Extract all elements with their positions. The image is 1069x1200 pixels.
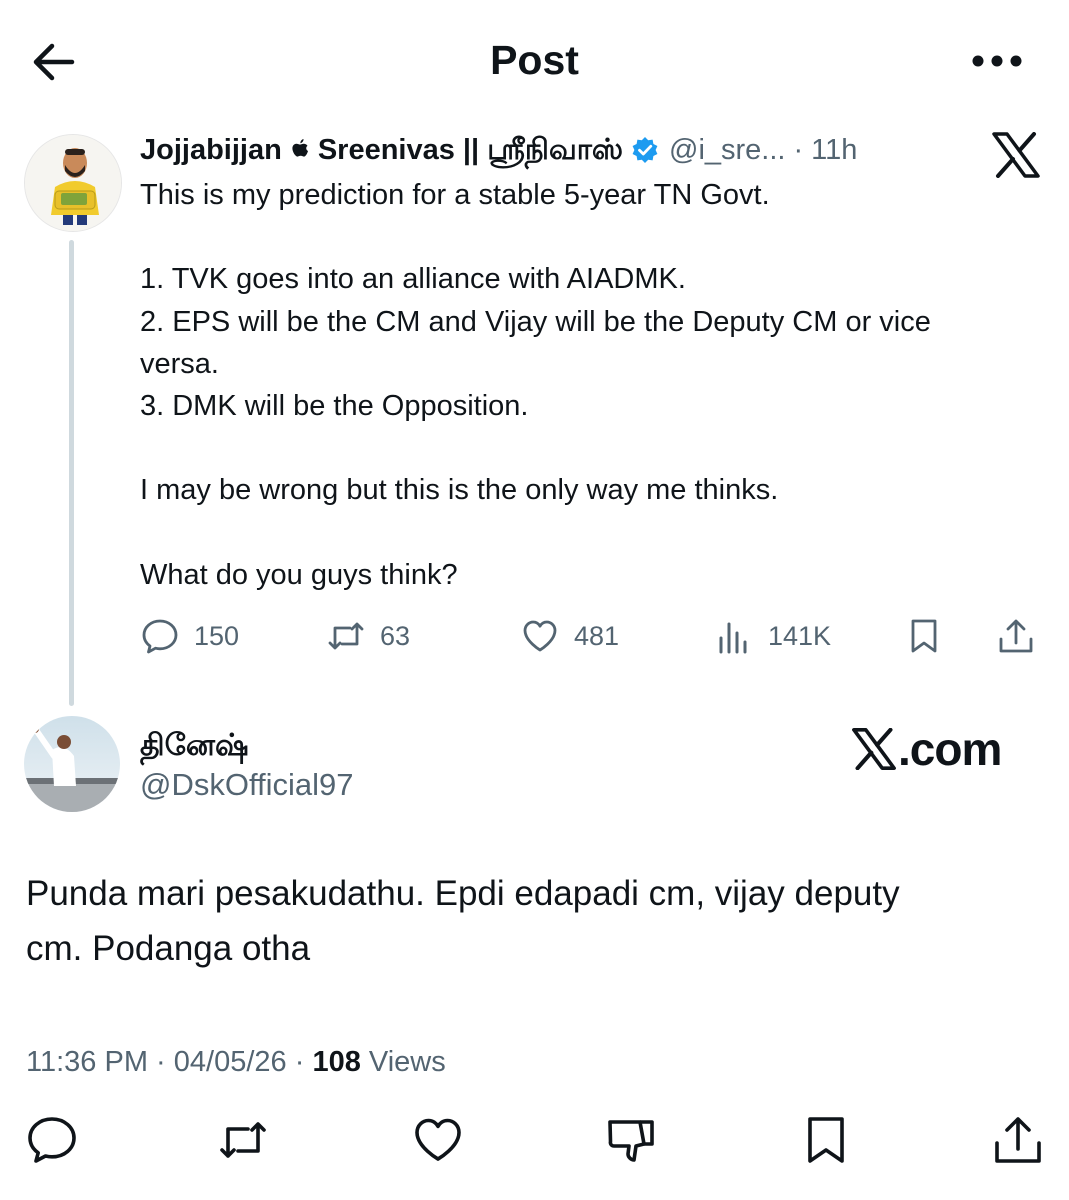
more-horizontal-icon (972, 55, 1022, 67)
share-icon (995, 1117, 1041, 1163)
author-name-second: Sreenivas || ஸ்ரீநிவாஸ் (317, 134, 624, 166)
share-button[interactable] (990, 1112, 1054, 1176)
like-button[interactable] (410, 1112, 474, 1176)
bottom-action-bar (0, 1112, 1069, 1182)
tweet-text-blank-line (140, 427, 1050, 469)
page-title: Post (490, 37, 579, 83)
more-options-button[interactable] (971, 50, 1023, 72)
reply-icon (28, 1117, 76, 1163)
post-timestamp[interactable]: 11h (811, 130, 857, 170)
reply-text-line: cm. Podanga otha (26, 929, 311, 968)
tweet-text-line: versa. (140, 347, 219, 380)
tweet-author-row[interactable]: Jojjabijjan Sreenivas || ஸ்ரீநிவாஸ் @i_s… (140, 130, 857, 170)
tweet-text-line: 3. DMK will be the Opposition. (140, 389, 529, 422)
reply-button[interactable]: 150 (140, 608, 239, 664)
author-name-first: Jojjabijjan (140, 134, 282, 166)
tweet-text-line: 1. TVK goes into an alliance with AIADMK… (140, 263, 686, 296)
apple-logo-icon (292, 139, 308, 157)
bookmark-button[interactable] (798, 1112, 862, 1176)
share-icon (999, 619, 1033, 653)
author-name[interactable]: Jojjabijjan Sreenivas || ஸ்ரீநிவாஸ் (140, 130, 623, 170)
retweet-count: 63 (380, 620, 411, 651)
verified-badge-icon (632, 137, 658, 163)
tweet-text-line: I may be wrong but this is the only way … (140, 474, 779, 507)
dislike-icon (608, 1120, 654, 1162)
tweet-text-line: 2. EPS will be the CM and Vijay will be … (140, 305, 931, 338)
reply-author-name[interactable]: தினேஷ் (140, 726, 249, 766)
reply-author-handle[interactable]: @DskOfficial97 (140, 765, 354, 805)
views-chart-icon (719, 622, 747, 654)
profile-photo-image (24, 716, 120, 812)
views-count-parent: 141K (768, 620, 832, 651)
avatar[interactable] (24, 716, 120, 812)
post-date[interactable]: 04/05/26 (174, 1046, 287, 1078)
tweet-text: This is my prediction for a stable 5-yea… (140, 174, 1050, 596)
thread-connector-line (69, 240, 74, 706)
share-button[interactable] (996, 608, 1036, 664)
bookmark-icon (808, 1117, 844, 1163)
tweet-action-bar: 150 63 481 141K (140, 608, 1040, 664)
x-logo-icon (852, 728, 896, 770)
avatar[interactable] (24, 134, 122, 232)
separator-dot: · (156, 1046, 166, 1078)
retweet-icon (220, 1122, 266, 1158)
views-count[interactable]: 108 (312, 1046, 360, 1078)
retweet-button[interactable]: 63 (326, 608, 410, 664)
tweet-text-line: This is my prediction for a stable 5-yea… (140, 179, 770, 211)
bookmark-icon (911, 619, 937, 653)
separator-dot: · (793, 134, 804, 166)
separator-dot: · (294, 1046, 305, 1078)
tweet-text-blank-line (140, 216, 1050, 258)
post-time[interactable]: 11:36 PM (26, 1046, 148, 1078)
like-button[interactable]: 481 (520, 608, 619, 664)
cartoon-avatar-image (25, 135, 121, 231)
post-meta-row: 11:36 PM · 04/05/26 · 108 Views (26, 1042, 446, 1082)
views-label: Views (368, 1046, 446, 1078)
tweet-text-line: What do you guys think? (140, 558, 458, 591)
like-icon (415, 1118, 461, 1161)
reply-text-line: Punda mari pesakudathu. Epdi edapadi cm,… (26, 874, 900, 913)
x-logo-icon (992, 132, 1040, 178)
x-com-watermark: .com (852, 722, 1002, 776)
watermark-text: .com (898, 723, 1002, 775)
bookmark-button[interactable] (904, 608, 944, 664)
reply-count: 150 (194, 620, 240, 651)
like-icon (523, 620, 557, 652)
reply-icon (142, 619, 178, 654)
retweet-button[interactable] (215, 1112, 279, 1176)
reply-text: Punda mari pesakudathu. Epdi edapadi cm,… (26, 866, 1036, 976)
author-handle[interactable]: @i_sre... (669, 130, 785, 170)
tweet-text-blank-line (140, 512, 1050, 554)
views-button[interactable]: 141K (714, 608, 831, 664)
retweet-icon (328, 622, 364, 650)
dislike-button[interactable] (604, 1112, 668, 1176)
reply-button[interactable] (24, 1112, 88, 1176)
like-count: 481 (574, 620, 620, 651)
